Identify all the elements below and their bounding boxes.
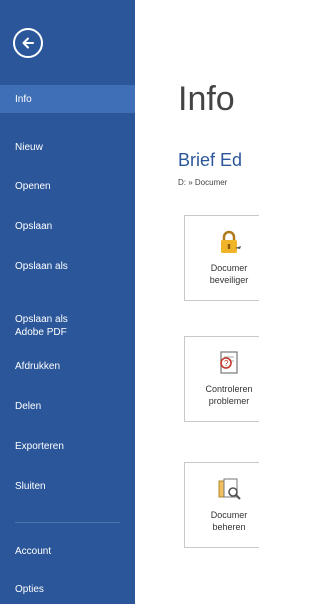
sidebar-item-exporteren[interactable]: Exporteren	[0, 440, 135, 453]
tile-label-line1: Documer	[210, 263, 248, 273]
sidebar-item-account[interactable]: Account	[0, 545, 135, 558]
tile-label-line2: beheren	[212, 522, 246, 532]
sidebar-item-opslaan-als[interactable]: Opslaan als	[0, 260, 135, 273]
backstage-sidebar: Info Nieuw Openen Opslaan Opslaan als Op…	[0, 0, 135, 604]
sidebar-item-sluiten[interactable]: Sluiten	[0, 480, 135, 493]
check-for-issues-button[interactable]: ? Controleren problemer	[184, 336, 259, 422]
sidebar-item-label: Nieuw	[15, 142, 43, 153]
protect-document-button[interactable]: Documer beveiliger	[184, 215, 259, 301]
page-title: Info	[178, 80, 235, 118]
sidebar-item-label: Delen	[15, 401, 42, 412]
sidebar-item-openen[interactable]: Openen	[0, 180, 135, 193]
sidebar-item-opslaan-als-adobe-pdf[interactable]: Opslaan als Adobe PDF	[0, 300, 135, 339]
tile-label-line2: problemer	[208, 396, 250, 406]
manage-document-button[interactable]: Documer beheren	[184, 462, 259, 548]
tile-label-line2: beveiliger	[209, 275, 249, 285]
document-title: Brief Ed	[178, 150, 243, 170]
sidebar-item-label: Opslaan als	[15, 261, 68, 272]
tile-label-line1: Documer	[210, 510, 248, 520]
arrow-left-icon	[22, 37, 34, 49]
sidebar-item-opslaan[interactable]: Opslaan	[0, 220, 135, 233]
sidebar-item-label: Afdrukken	[15, 361, 61, 372]
sidebar-item-label: Opslaan als Adobe PDF	[15, 314, 68, 338]
back-button[interactable]	[13, 28, 43, 58]
sidebar-item-opties[interactable]: Opties	[0, 583, 135, 596]
sidebar-item-info[interactable]: Info	[0, 85, 135, 113]
sidebar-item-afdrukken[interactable]: Afdrukken	[0, 360, 135, 373]
sidebar-item-label: Opties	[15, 584, 44, 595]
sidebar-item-nieuw[interactable]: Nieuw	[0, 141, 135, 154]
sidebar-item-label: Opslaan	[15, 221, 53, 232]
sidebar-item-delen[interactable]: Delen	[0, 400, 135, 413]
lock-key-icon	[221, 230, 241, 253]
sidebar-item-label: Sluiten	[15, 481, 46, 492]
sidebar-item-label: Exporteren	[15, 441, 64, 452]
sidebar-divider	[15, 522, 120, 523]
manage-versions-icon	[218, 478, 241, 500]
document-path[interactable]: D: » Documer	[178, 178, 227, 187]
tile-label-line1: Controleren	[205, 384, 253, 394]
svg-text:?: ?	[224, 359, 229, 368]
sidebar-item-label: Openen	[15, 181, 51, 192]
inspect-document-icon: ?	[220, 351, 238, 374]
sidebar-item-label: Info	[15, 94, 32, 105]
info-pane: Info Brief Ed D: » Documer Documer bevei…	[135, 0, 259, 604]
sidebar-item-label: Account	[15, 546, 52, 557]
